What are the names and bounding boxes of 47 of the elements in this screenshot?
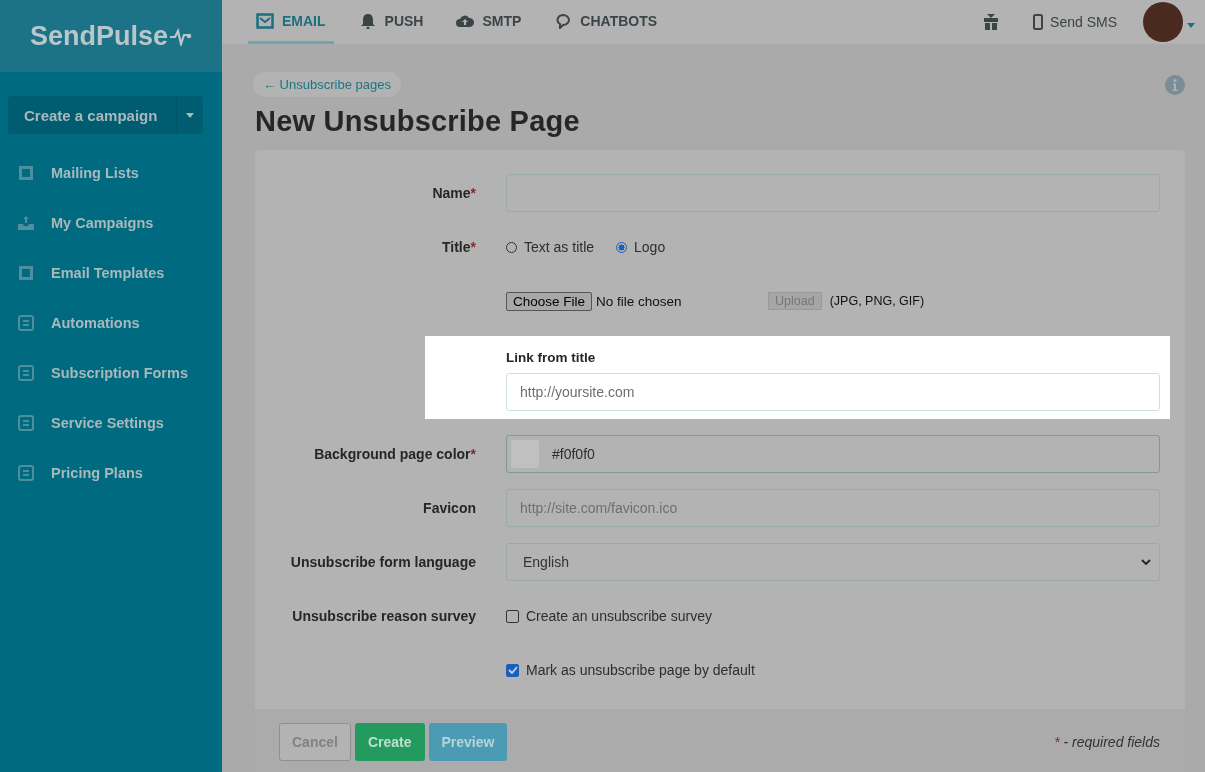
sidebar-item[interactable]: Pricing Plans (0, 448, 222, 498)
radio-option[interactable]: Text as title (506, 239, 595, 255)
field-label: Name* (431, 185, 476, 201)
envelope-icon (256, 12, 274, 29)
create-button[interactable]: Create (354, 723, 425, 761)
sidebar-item[interactable]: Email Templates (0, 248, 222, 298)
checkbox-option[interactable]: Mark as unsubscribe page by default (506, 662, 1160, 678)
nav-tab[interactable]: SMTP (448, 0, 530, 44)
field-label: Background page color* (313, 446, 476, 462)
pulse-icon (170, 26, 192, 46)
avatar-circle[interactable] (1143, 2, 1183, 42)
field-label: Favicon (422, 500, 476, 516)
nav-tab[interactable]: PUSH (350, 0, 432, 44)
sidebar-item[interactable]: Service Settings (0, 398, 222, 448)
preview-button[interactable]: Preview (428, 723, 508, 761)
caret-icon[interactable] (1187, 22, 1195, 28)
field-label: Unsubscribe form language (289, 554, 476, 570)
upload-tray-icon (17, 214, 35, 232)
required-note: * - required fields (1054, 734, 1160, 750)
input-field[interactable] (506, 174, 1160, 212)
sidebar-item[interactable]: Mailing Lists (0, 148, 222, 198)
logo-text[interactable]: SendPulse (29, 20, 168, 52)
phone-icon (1033, 14, 1044, 30)
sidebar-item[interactable]: Automations (0, 298, 222, 348)
back-link[interactable]: ← Unsubscribe pages (253, 72, 401, 97)
language-select[interactable]: English (506, 543, 1160, 581)
input-field[interactable]: http://site.com/favicon.ico (506, 489, 1160, 527)
radio-option[interactable]: Logo (616, 239, 666, 255)
color-field[interactable]: #f0f0f0 (506, 435, 1160, 473)
checkbox-option[interactable]: Create an unsubscribe survey (506, 608, 1160, 624)
field-label: Link from title (506, 350, 597, 365)
sidebar-item[interactable]: Subscription Forms (0, 348, 222, 398)
caret-icon (186, 112, 194, 118)
field-label: Unsubscribe reason survey (291, 608, 476, 624)
page-title: New Unsubscribe Page (255, 105, 581, 138)
sidebar-item[interactable]: My Campaigns (0, 198, 222, 248)
file-status: No file chosen (596, 293, 683, 309)
field-label: Title* (441, 239, 476, 255)
nav-tab[interactable]: CHATBOTS (546, 0, 666, 44)
format-hint: (JPG, PNG, GIF) (829, 294, 925, 308)
nav-tab[interactable]: EMAIL (248, 0, 334, 44)
choose-file-button[interactable]: Choose File (506, 291, 593, 311)
chat-bubble-icon (554, 12, 573, 29)
send-sms-button[interactable]: Send SMS (1033, 14, 1117, 30)
chevron-icon (1141, 559, 1151, 565)
info-icon[interactable] (1165, 74, 1185, 95)
create-campaign-button[interactable]: Create a campaign (8, 96, 177, 134)
